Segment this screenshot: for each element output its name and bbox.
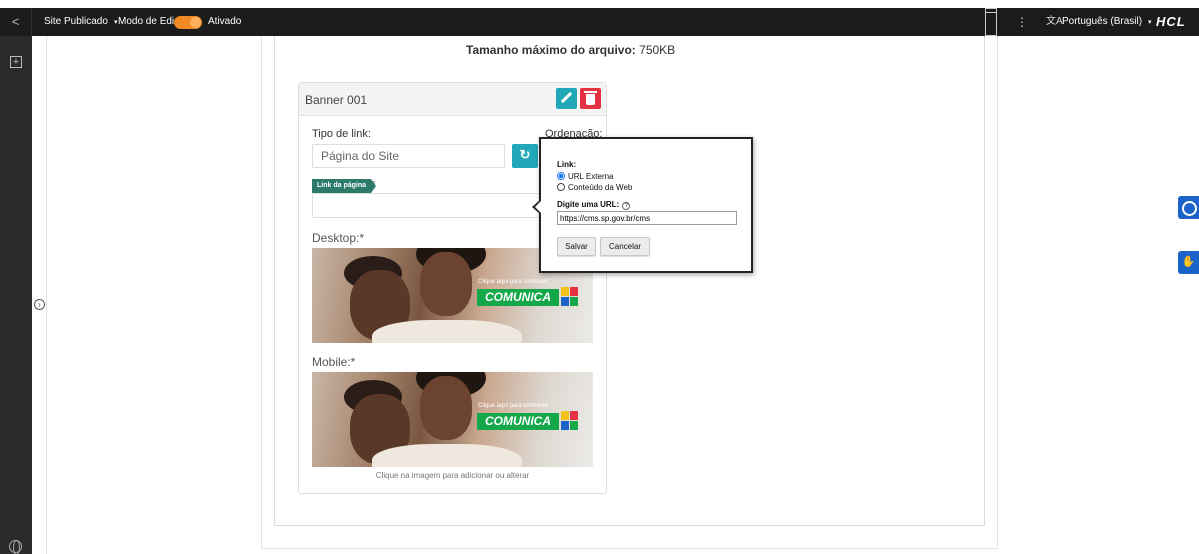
translate-icon: 文A <box>1046 16 1063 27</box>
promo-title: COMUNICA <box>477 413 559 430</box>
photo-detail <box>372 320 522 343</box>
url-label: Digite uma URL:? <box>557 200 631 210</box>
trash-icon <box>584 91 597 105</box>
chevron-down-icon: ▾ <box>1148 19 1152 26</box>
site-status-label: Site Publicado <box>44 16 108 27</box>
url-label-text: Digite uma URL: <box>557 200 620 209</box>
file-size-info: Tamanho máximo do arquivo: 750KB <box>466 43 675 57</box>
chevron-down-icon: ▾ <box>113 19 118 26</box>
url-input[interactable] <box>557 211 737 225</box>
edit-banner-button[interactable] <box>556 88 577 109</box>
link-dialog-title: Link: <box>557 160 577 169</box>
link-dialog: Link: URL Externa Conteúdo da Web Digite… <box>532 137 753 273</box>
page-link-label: Link da página <box>312 179 377 193</box>
banner-card-header: Banner 001 <box>299 83 606 116</box>
radio-icon <box>557 183 565 191</box>
external-url-option[interactable]: URL Externa <box>557 172 614 182</box>
banner-title: Banner 001 <box>305 93 368 107</box>
cut-off-text: _____ ___ ___ _______ <box>480 31 588 36</box>
photo-detail <box>372 444 522 467</box>
comunica-logo-icon <box>561 287 581 307</box>
language-label: Português (Brasil) <box>1062 16 1143 27</box>
promo-subtitle: Clique aqui para conhecer <box>478 403 549 409</box>
page-link-input[interactable] <box>312 193 540 218</box>
promo-subtitle: Clique aqui para conhecer <box>478 279 549 285</box>
file-size-label: Tamanho máximo do arquivo: <box>466 43 636 57</box>
mobile-label: Mobile:* <box>312 355 356 369</box>
photo-detail <box>420 252 472 316</box>
image-hint: Clique na imagem para adicionar ou alter… <box>375 471 530 480</box>
edit-mode-toggle[interactable] <box>174 16 202 29</box>
web-content-label: Conteúdo da Web <box>568 183 633 192</box>
site-status-dropdown[interactable]: Site Publicado ▾ <box>44 8 117 36</box>
mobile-banner-image[interactable]: Clique aqui para conhecer COMUNICA <box>312 372 593 467</box>
panel-icon[interactable] <box>985 8 997 36</box>
add-icon[interactable]: + <box>10 56 22 68</box>
link-type-label: Tipo de link: <box>312 128 371 140</box>
comunica-logo-icon <box>561 411 581 431</box>
sign-language-icon[interactable]: ✋ <box>1178 251 1199 274</box>
radio-selected-icon <box>557 172 565 180</box>
hcl-logo: HCL <box>1156 14 1186 29</box>
web-content-option[interactable]: Conteúdo da Web <box>557 183 632 193</box>
desktop-label: Desktop:* <box>312 231 365 245</box>
cancel-button[interactable]: Cancelar <box>600 237 650 256</box>
more-icon[interactable]: ⋮ <box>1016 8 1028 36</box>
expand-panel-icon[interactable]: › <box>34 299 45 310</box>
help-icon[interactable]: ? <box>622 202 631 210</box>
pencil-icon <box>560 91 573 104</box>
external-url-label: URL Externa <box>568 172 614 181</box>
globe-icon[interactable] <box>9 540 22 554</box>
delete-banner-button[interactable] <box>580 88 601 109</box>
required-marker: * <box>372 179 376 189</box>
save-button[interactable]: Salvar <box>557 237 596 256</box>
promo-title: COMUNICA <box>477 289 559 306</box>
file-size-value: 750KB <box>639 43 676 57</box>
edit-mode-state: Ativado <box>208 16 242 27</box>
top-toolbar: < Site Publicado ▾ Modo de Edição: Ativad… <box>0 8 1199 36</box>
back-button[interactable]: < <box>0 8 32 36</box>
photo-detail <box>420 376 472 440</box>
language-dropdown[interactable]: Português (Brasil) ▾ <box>1062 8 1152 36</box>
rail-divider <box>46 36 47 554</box>
accessibility-icon[interactable] <box>1178 196 1199 219</box>
refresh-icon[interactable]: ↻ <box>512 144 538 168</box>
left-rail: + <box>0 36 32 554</box>
link-type-select[interactable]: Página do Site <box>312 144 505 168</box>
